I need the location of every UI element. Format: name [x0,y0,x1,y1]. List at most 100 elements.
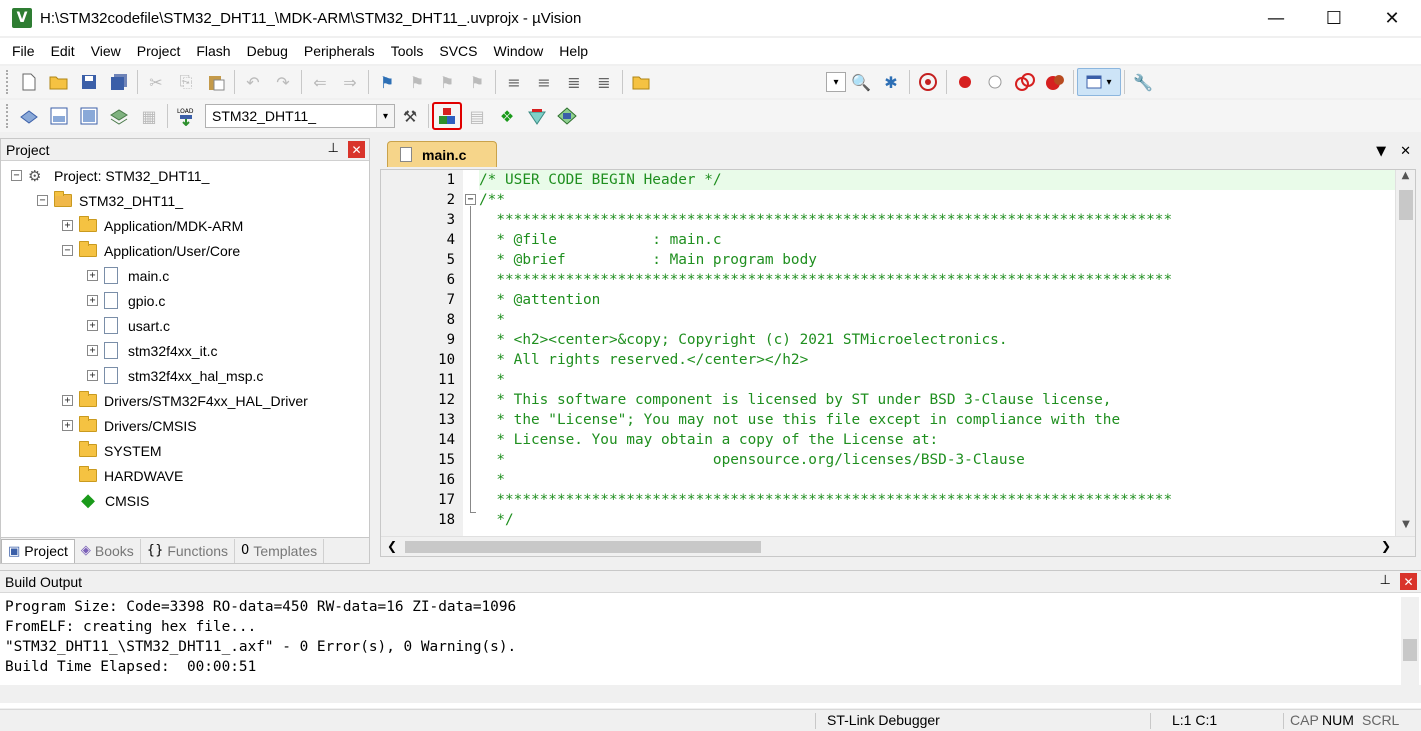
next-bookmark-icon[interactable]: ⚑ [432,68,462,96]
code-line[interactable]: * [479,310,1395,330]
configure-wrench-icon[interactable]: 🔧 [1128,68,1158,96]
scroll-thumb[interactable] [405,541,761,553]
scroll-thumb[interactable] [1403,639,1417,661]
menu-view[interactable]: View [83,38,129,64]
editor-vertical-scrollbar[interactable]: ▲ ▼ [1395,170,1415,536]
code-line[interactable]: * All rights reserved.</center></h2> [479,350,1395,370]
toolbar-grip[interactable] [6,70,10,94]
code-line[interactable]: * [479,370,1395,390]
menu-project[interactable]: Project [129,38,189,64]
open-folder-icon[interactable] [44,68,74,96]
tree-item-file[interactable]: + stm32f4xx_hal_msp.c [87,363,263,388]
maximize-button[interactable]: ☐ [1305,0,1363,36]
code-line[interactable]: * @attention [479,290,1395,310]
tree-item-folder[interactable]: SYSTEM [62,438,162,463]
tree-item-target[interactable]: − STM32_DHT11_ [37,188,183,213]
code-line[interactable]: ****************************************… [479,210,1395,230]
code-line[interactable]: * the "License"; You may not use this fi… [479,410,1395,430]
scroll-down-icon[interactable]: ▼ [1396,519,1415,536]
build-icon[interactable] [44,102,74,130]
uncomment-icon[interactable]: ≣ [589,68,619,96]
tree-item-file[interactable]: + usart.c [87,313,170,338]
code-line[interactable]: * [479,470,1395,490]
find-dropdown-arrow-icon[interactable]: ▾ [826,72,846,92]
tab-functions[interactable]: {} Functions [141,538,236,563]
code-line[interactable]: * opensource.org/licenses/BSD-3-Clause [479,450,1395,470]
paste-icon[interactable] [201,68,231,96]
target-select[interactable]: STM32_DHT11_ ▾ [205,104,395,128]
fold-toggle-icon[interactable]: − [465,194,476,205]
pin-icon[interactable]: ⊥ [1380,573,1391,588]
menu-flash[interactable]: Flash [188,38,238,64]
target-dropdown-arrow-icon[interactable]: ▾ [376,105,394,127]
close-icon[interactable]: ✕ [1400,573,1417,590]
enable-breakpoint-icon[interactable] [980,68,1010,96]
find-in-files-icon[interactable] [626,68,656,96]
close-icon[interactable]: ✕ [348,141,365,158]
rebuild-icon[interactable] [74,102,104,130]
code-line[interactable]: * License. You may obtain a copy of the … [479,430,1395,450]
select-packs-icon[interactable]: ▤ [462,102,492,130]
collapse-toggle-icon[interactable]: − [11,170,22,181]
code-line[interactable]: /** [479,190,1395,210]
tab-main-c[interactable]: main.c [387,141,497,167]
comment-icon[interactable]: ≣ [559,68,589,96]
clear-bookmarks-icon[interactable]: ⚑ [462,68,492,96]
code-line[interactable]: /* USER CODE BEGIN Header */ [479,170,1395,190]
collapse-toggle-icon[interactable]: − [62,245,73,256]
navigate-forward-icon[interactable]: ⇒ [335,68,365,96]
previous-bookmark-icon[interactable]: ⚑ [402,68,432,96]
manage-project-items-icon[interactable] [432,102,462,130]
menu-svcs[interactable]: SVCS [431,38,485,64]
expand-toggle-icon[interactable]: + [87,295,98,306]
tab-templates[interactable]: 0 Templates [235,538,325,563]
tree-item-folder[interactable]: HARDWAVE [62,463,183,488]
redo-icon[interactable]: ↷ [268,68,298,96]
pack-installer-icon[interactable] [522,102,552,130]
tree-item-folder[interactable]: + Drivers/STM32F4xx_HAL_Driver [62,388,308,413]
cut-icon[interactable]: ✂ [141,68,171,96]
menu-file[interactable]: File [4,38,43,64]
new-file-icon[interactable] [14,68,44,96]
menu-tools[interactable]: Tools [383,38,432,64]
expand-toggle-icon[interactable]: + [62,420,73,431]
scroll-right-icon[interactable]: ❯ [1381,539,1391,553]
tree-item-file[interactable]: + main.c [87,263,169,288]
menu-peripherals[interactable]: Peripherals [296,38,383,64]
tree-item-cmsis[interactable]: ◆ CMSIS [62,488,149,513]
start-debug-icon[interactable] [913,68,943,96]
manage-runtime-environment-icon[interactable]: ❖ [492,102,522,130]
scroll-thumb[interactable] [1399,190,1413,220]
expand-toggle-icon[interactable]: + [87,320,98,331]
undo-icon[interactable]: ↶ [238,68,268,96]
expand-toggle-icon[interactable]: + [87,370,98,381]
menu-edit[interactable]: Edit [43,38,83,64]
build-output-text[interactable]: Program Size: Code=3398 RO-data=450 RW-d… [5,597,516,677]
code-line[interactable]: ****************************************… [479,490,1395,510]
save-all-icon[interactable] [104,68,134,96]
window-layout-dropdown-icon[interactable]: ▾ [1077,68,1121,96]
stop-build-icon[interactable]: ▦ [134,102,164,130]
menu-window[interactable]: Window [486,38,552,64]
expand-toggle-icon[interactable]: + [62,395,73,406]
close-tab-icon[interactable]: ✕ [1400,144,1411,159]
build-output-vertical-scrollbar[interactable] [1401,597,1419,685]
tree-item-folder[interactable]: + Drivers/CMSIS [62,413,197,438]
insert-bookmark-icon[interactable]: ⚑ [372,68,402,96]
translate-icon[interactable] [14,102,44,130]
code-line[interactable]: * This software component is licensed by… [479,390,1395,410]
tree-item-file[interactable]: + stm32f4xx_it.c [87,338,217,363]
kill-all-breakpoints-icon[interactable] [1040,68,1070,96]
collapse-toggle-icon[interactable]: − [37,195,48,206]
find-icon[interactable]: ✱ [876,68,906,96]
menu-help[interactable]: Help [551,38,596,64]
disable-all-breakpoints-icon[interactable] [1010,68,1040,96]
expand-toggle-icon[interactable]: + [62,220,73,231]
close-button[interactable]: ✕ [1363,0,1421,36]
navigate-back-icon[interactable]: ⇐ [305,68,335,96]
download-load-icon[interactable]: LOAD [171,102,201,130]
tab-list-dropdown-icon[interactable]: ▼ [1376,144,1386,159]
unindent-icon[interactable]: ≡ [529,68,559,96]
tree-item-folder[interactable]: − Application/User/Core [62,238,240,263]
batch-build-icon[interactable] [104,102,134,130]
